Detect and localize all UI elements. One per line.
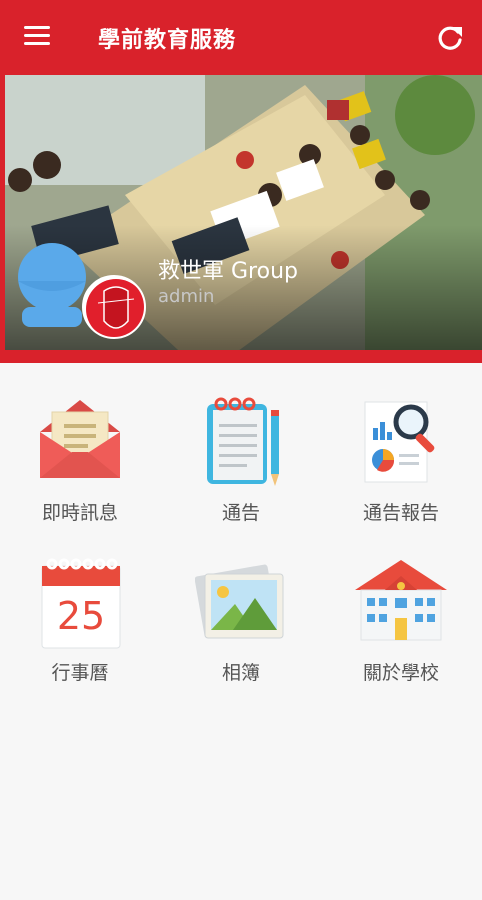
tile-label: 關於學校 [362,662,439,684]
tile-label: 相簿 [221,662,260,684]
photo-album-icon [195,564,284,639]
hamburger-menu-icon[interactable] [24,26,52,48]
tile-label: 即時訊息 [41,502,118,524]
calendar-icon: 25 [41,558,121,649]
tile-label: 通告報告 [362,502,439,524]
salvation-army-logo [82,275,146,339]
tile-photo-album[interactable]: 相簿 [161,538,321,688]
group-name: 救世軍 Group [158,259,298,284]
tile-instant-messages[interactable]: 即時訊息 [0,378,160,528]
tile-about-school[interactable]: 關於學校 [321,538,481,688]
refresh-icon[interactable] [436,24,464,52]
calendar-day: 25 [57,594,105,638]
school-building-icon [355,560,447,641]
tile-notice-report[interactable]: 通告報告 [321,378,481,528]
tile-label: 行事曆 [51,662,109,684]
app-bar: 學前教育服務 [0,0,482,75]
user-role: admin [158,286,215,307]
tile-label: 通告 [221,502,260,524]
avatar [18,243,86,327]
notepad-icon [207,397,279,486]
app-title: 學前教育服務 [98,28,237,53]
report-chart-icon [364,401,435,483]
profile-banner: 救世軍 Group admin [0,75,482,363]
envelope-icon [40,400,120,478]
tile-calendar[interactable]: 25 行事曆 [0,538,160,688]
tile-notice[interactable]: 通告 [161,378,321,528]
